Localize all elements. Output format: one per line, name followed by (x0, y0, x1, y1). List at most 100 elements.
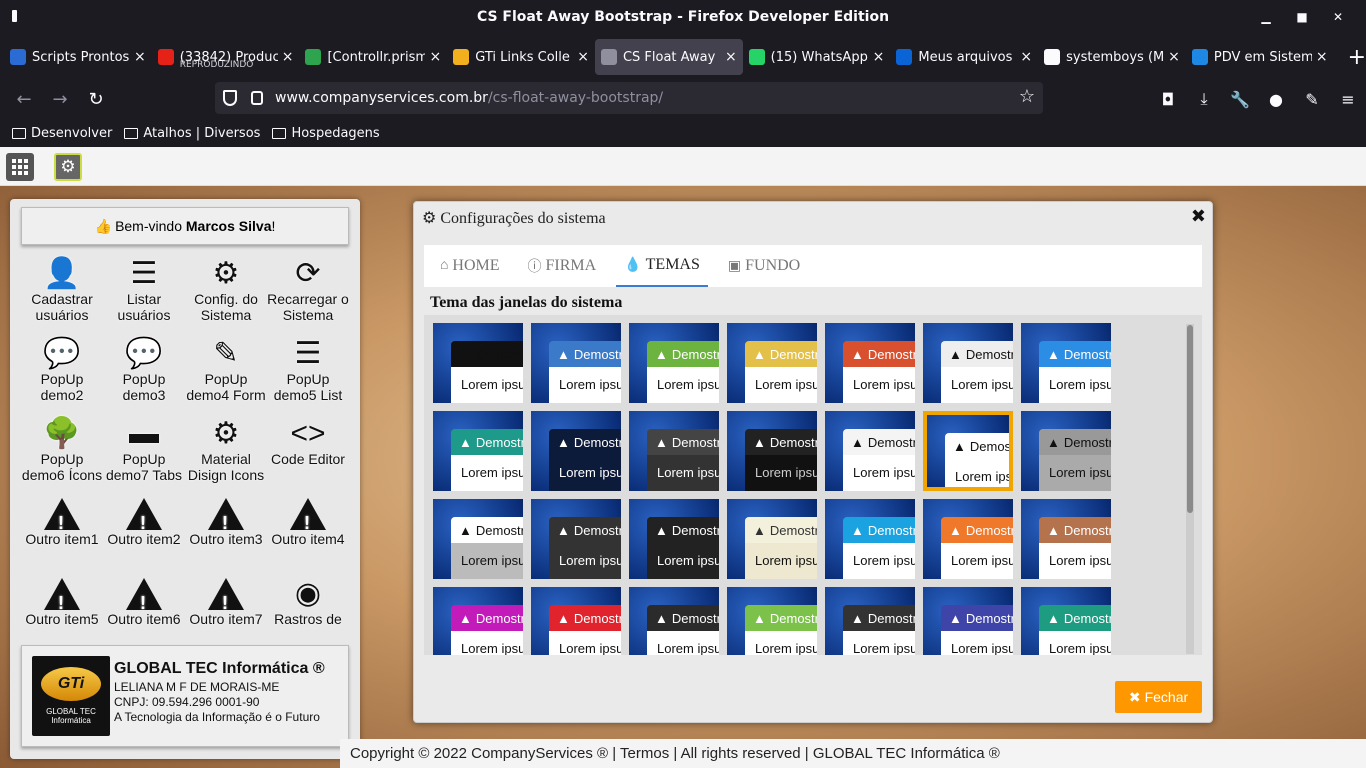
apps-grid-icon[interactable] (6, 153, 34, 181)
sidebar-item[interactable]: ☰ Listar usuários (103, 257, 185, 337)
sidebar-item[interactable]: Outro item2 (103, 497, 185, 577)
maximize-icon[interactable]: ■ (1284, 10, 1320, 24)
theme-titlebar: ▲Demostr (745, 429, 817, 455)
sidebar-item[interactable]: ▬ PopUp demo7 Tabs (103, 417, 185, 497)
theme-thumbnail[interactable]: ▲DemostraçLorem ipsum (727, 587, 817, 655)
theme-thumbnail[interactable]: ▲DemostraçLorem ipsum (629, 499, 719, 579)
url-bar[interactable]: www.companyservices.com.br/cs-float-away… (215, 82, 1043, 114)
sidebar-item[interactable]: 👤 Cadastrar usuários (21, 257, 103, 337)
sidebar-item[interactable]: 💬 PopUp demo3 (103, 337, 185, 417)
theme-thumbnail[interactable]: ▲DemostrLorem ipsu (727, 323, 817, 403)
sidebar-item[interactable]: <> Code Editor (267, 417, 349, 497)
theme-thumbnail[interactable]: ▲DemostraçLorem ipsum (531, 587, 621, 655)
theme-thumbnail[interactable]: ▲DemostrLorem ipsu (629, 323, 719, 403)
browser-tab[interactable]: Scripts Prontos × (4, 39, 152, 75)
theme-thumbnail[interactable]: ▲DemostrLorem ipsu (531, 323, 621, 403)
bookmark-folder[interactable]: Atalhos | Diversos (124, 126, 260, 141)
devtools-icon[interactable]: ✎ (1294, 90, 1330, 109)
theme-thumbnail[interactable]: ▲DemostrLorem ipsu (433, 411, 523, 491)
pocket-icon[interactable]: ◘ (1150, 90, 1186, 109)
sidebar-item[interactable]: 💬 PopUp demo2 (21, 337, 103, 417)
bookmark-folder[interactable]: Desenvolver (12, 126, 112, 141)
wrench-icon[interactable]: 🔧 (1222, 90, 1258, 109)
theme-thumbnail[interactable]: ▲DemostraçLorem ipsum (1021, 411, 1111, 491)
browser-tab[interactable]: PDV em Sistem × (1186, 39, 1334, 75)
tab-close-icon[interactable]: × (1020, 49, 1032, 65)
sidebar-item-label: Cadastrar usuários (31, 291, 93, 323)
sidebar-item[interactable]: Outro item4 (267, 497, 349, 577)
theme-thumbnail[interactable]: ▲DemostraçLorem ipsum (433, 499, 523, 579)
theme-scrollbar-thumb[interactable] (1187, 325, 1193, 513)
forward-icon[interactable]: → (42, 89, 78, 110)
back-icon[interactable]: ← (6, 89, 42, 110)
browser-tab[interactable]: CS Float Away × (594, 39, 743, 75)
profile-icon[interactable]: ● (1258, 90, 1294, 109)
modal-close-icon[interactable]: ✖ (1191, 206, 1206, 227)
theme-thumbnail[interactable]: ▲DemostraçLorem ipsum (629, 587, 719, 655)
theme-thumbnail[interactable]: ▲DemostrLorem ipsu (1021, 323, 1111, 403)
browser-tab[interactable]: (33842) Produc REPRODUZINDO × (152, 39, 300, 75)
theme-thumbnail[interactable]: ▲DemostraçLorem ipsum (433, 587, 523, 655)
theme-thumbnail[interactable]: ▲DemostrLorem ipsu (923, 323, 1013, 403)
sidebar-item[interactable]: Outro item1 (21, 497, 103, 577)
tab-close-icon[interactable]: × (1168, 49, 1180, 65)
window-menu-icon[interactable] (12, 10, 17, 22)
browser-tab[interactable]: Meus arquivos × (890, 39, 1038, 75)
welcome-user-name: Marcos Silva (185, 218, 272, 234)
sidebar-item[interactable]: Outro item3 (185, 497, 267, 577)
theme-thumbnail[interactable]: ▲DemostraçLorem ipsum (825, 499, 915, 579)
tab-close-icon[interactable]: × (429, 49, 441, 65)
minimize-icon[interactable]: ▁ (1248, 10, 1284, 24)
download-icon[interactable]: ⤓ (1186, 89, 1222, 109)
theme-icon: ▲ (1047, 346, 1060, 362)
lock-icon[interactable] (251, 91, 263, 105)
theme-thumbnail[interactable]: ▲ Demost Lorem ipsu (433, 323, 523, 403)
theme-thumbnail[interactable]: ▲DemostraçLorem ipsum (1021, 587, 1111, 655)
browser-tab[interactable]: [Controllr.prism × (299, 39, 447, 75)
theme-thumbnail[interactable]: ▲DemostrLorem ipsu (825, 323, 915, 403)
welcome-button[interactable]: 👍 Bem-vindo Marcos Silva! (21, 207, 349, 245)
reload-icon[interactable]: ↻ (78, 89, 114, 110)
tab-close-icon[interactable]: × (282, 49, 294, 65)
tab-temas[interactable]: 💧 TEMAS (616, 245, 708, 287)
new-tab-icon[interactable]: + (1348, 45, 1366, 70)
close-modal-button[interactable]: ✖ Fechar (1115, 681, 1202, 713)
tab-close-icon[interactable]: × (1316, 49, 1328, 65)
tab-close-icon[interactable]: × (873, 49, 885, 65)
tab-close-icon[interactable]: × (725, 49, 737, 65)
settings-gear-icon[interactable]: ⚙ (54, 153, 82, 181)
bookmark-folder[interactable]: Hospedagens (272, 126, 380, 141)
theme-thumbnail[interactable]: ▲DemostrLorem ipsu (629, 411, 719, 491)
sidebar-item[interactable]: ⟳ Recarregar o Sistema (267, 257, 349, 337)
theme-title: Demostr (867, 346, 915, 362)
browser-tab[interactable]: GTi Links Colle × (447, 39, 595, 75)
theme-thumbnail[interactable]: ▲DemostrLorem ipsu (727, 411, 817, 491)
sidebar-item[interactable]: ✎ PopUp demo4 Form (185, 337, 267, 417)
shield-icon[interactable] (223, 90, 237, 106)
theme-thumbnail[interactable]: ▲DemostraçLorem ipsum (825, 587, 915, 655)
sidebar-item[interactable]: 🌳 PopUp demo6 Ícons (21, 417, 103, 497)
browser-tab[interactable]: systemboys (M × (1038, 39, 1186, 75)
theme-thumbnail[interactable]: ▲DemostraçLorem ipsum (1021, 499, 1111, 579)
tab-close-icon[interactable]: × (134, 49, 146, 65)
theme-thumbnail[interactable]: ▲DemostrLorem ipsu (531, 411, 621, 491)
theme-thumbnail[interactable]: ▲DemostraçLorem ipsum (923, 499, 1013, 579)
theme-titlebar: ▲Demostraç (843, 517, 915, 543)
tab-close-icon[interactable]: × (577, 49, 589, 65)
theme-thumbnail[interactable]: ▲DemostraçLorem ipsum (531, 499, 621, 579)
theme-thumbnail[interactable]: ▲DemostraLorem ipsum (825, 411, 915, 491)
sidebar-item[interactable]: ⚙ Config. do Sistema (185, 257, 267, 337)
hamburger-menu-icon[interactable]: ≡ (1330, 90, 1366, 109)
sidebar-item[interactable]: ☰ PopUp demo5 List (267, 337, 349, 417)
browser-tab[interactable]: (15) WhatsApp × (743, 39, 891, 75)
tab-firma[interactable]: ⓘ FIRMA (520, 245, 605, 287)
theme-thumbnail[interactable]: ▲DemostraçLorem ipsum (923, 587, 1013, 655)
theme-thumbnail[interactable]: ▲DemostrLorem ipsu (923, 411, 1013, 491)
theme-thumbnail[interactable]: ▲DemostraçLorem ipsum (727, 499, 817, 579)
sidebar-item[interactable]: ⚙ Material Disign Icons (185, 417, 267, 497)
close-window-icon[interactable]: ✕ (1320, 10, 1356, 24)
theme-icon: ▲ (557, 522, 570, 538)
tab-home[interactable]: ⌂ HOME (432, 245, 508, 287)
tab-fundo[interactable]: ▣ FUNDO (720, 245, 808, 287)
bookmark-star-icon[interactable]: ☆ (1019, 86, 1035, 107)
